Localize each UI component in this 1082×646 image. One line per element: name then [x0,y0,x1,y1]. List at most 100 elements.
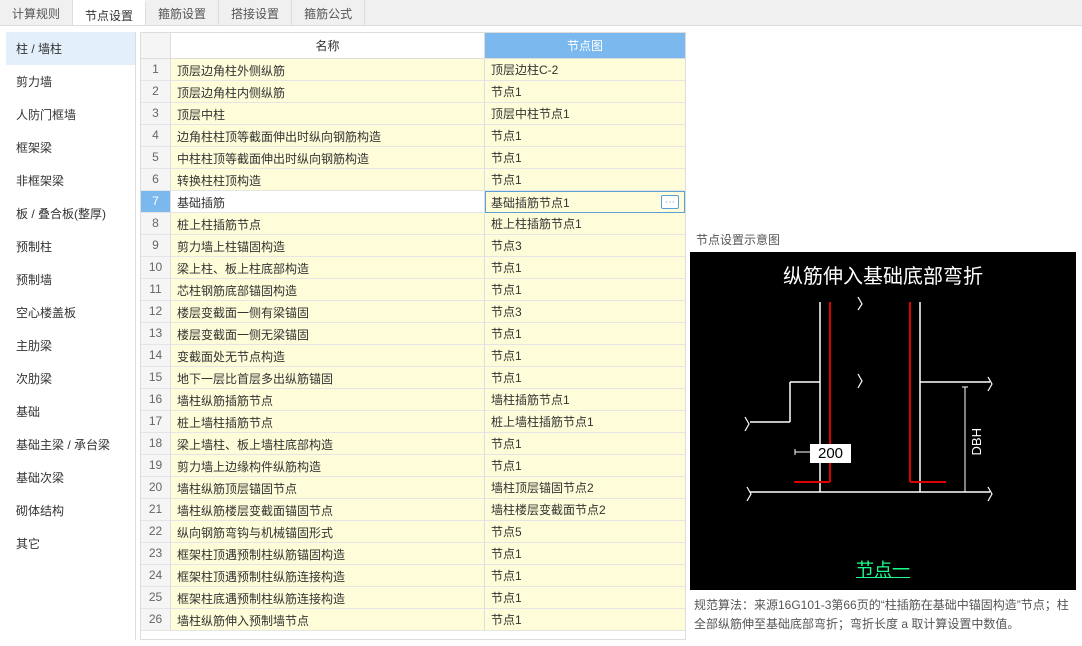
row-node[interactable]: 节点1 [485,565,685,587]
row-name[interactable]: 基础插筋 [171,191,485,213]
row-name[interactable]: 剪力墙上边缘构件纵筋构造 [171,455,485,477]
table-row[interactable]: 9剪力墙上柱锚固构造节点3 [141,235,685,257]
row-node[interactable]: 节点1 [485,587,685,609]
table-row[interactable]: 24框架柱顶遇预制柱纵筋连接构造节点1 [141,565,685,587]
row-name[interactable]: 楼层变截面一侧无梁锚固 [171,323,485,345]
top-tab-1[interactable]: 节点设置 [73,0,146,25]
sidebar-item-4[interactable]: 非框架梁 [6,164,135,197]
table-row[interactable]: 26墙柱纵筋伸入预制墙节点节点1 [141,609,685,631]
sidebar-item-15[interactable]: 其它 [6,527,135,560]
table-row[interactable]: 11芯柱钢筋底部锚固构造节点1 [141,279,685,301]
top-tab-2[interactable]: 箍筋设置 [146,0,219,25]
row-name[interactable]: 顶层边角柱外侧纵筋 [171,59,485,81]
row-name[interactable]: 墙柱纵筋楼层变截面锚固节点 [171,499,485,521]
row-name[interactable]: 芯柱钢筋底部锚固构造 [171,279,485,301]
sidebar-item-14[interactable]: 砌体结构 [6,494,135,527]
th-node[interactable]: 节点图 [485,33,685,59]
row-name[interactable]: 墙柱纵筋伸入预制墙节点 [171,609,485,631]
row-name[interactable]: 梁上墙柱、板上墙柱底部构造 [171,433,485,455]
table-row[interactable]: 10梁上柱、板上柱底部构造节点1 [141,257,685,279]
top-tab-4[interactable]: 箍筋公式 [292,0,365,25]
row-name[interactable]: 梁上柱、板上柱底部构造 [171,257,485,279]
row-node[interactable]: 节点1 [485,279,685,301]
sidebar-item-7[interactable]: 预制墙 [6,263,135,296]
row-node[interactable]: 节点3 [485,235,685,257]
row-node[interactable]: 桩上柱插筋节点1 [485,213,685,235]
top-tab-0[interactable]: 计算规则 [0,0,73,25]
table-row[interactable]: 8桩上柱插筋节点桩上柱插筋节点1 [141,213,685,235]
table-row[interactable]: 19剪力墙上边缘构件纵筋构造节点1 [141,455,685,477]
row-node[interactable]: 节点1 [485,367,685,389]
row-name[interactable]: 框架柱底遇预制柱纵筋连接构造 [171,587,485,609]
row-node[interactable]: 基础插筋节点1⋯ [485,191,685,213]
row-node[interactable]: 桩上墙柱插筋节点1 [485,411,685,433]
sidebar-item-12[interactable]: 基础主梁 / 承台梁 [6,428,135,461]
table-row[interactable]: 15地下一层比首层多出纵筋锚固节点1 [141,367,685,389]
row-name[interactable]: 楼层变截面一侧有梁锚固 [171,301,485,323]
row-node[interactable]: 节点1 [485,169,685,191]
row-name[interactable]: 剪力墙上柱锚固构造 [171,235,485,257]
table-row[interactable]: 12楼层变截面一侧有梁锚固节点3 [141,301,685,323]
table-row[interactable]: 23框架柱顶遇预制柱纵筋锚固构造节点1 [141,543,685,565]
row-name[interactable]: 框架柱顶遇预制柱纵筋连接构造 [171,565,485,587]
top-tab-3[interactable]: 搭接设置 [219,0,292,25]
table-row[interactable]: 4边角柱柱顶等截面伸出时纵向钢筋构造节点1 [141,125,685,147]
th-name[interactable]: 名称 [171,33,485,59]
table-row[interactable]: 5中柱柱顶等截面伸出时纵向钢筋构造节点1 [141,147,685,169]
row-node[interactable]: 节点1 [485,323,685,345]
row-node[interactable]: 节点1 [485,147,685,169]
row-node[interactable]: 节点3 [485,301,685,323]
table-row[interactable]: 17桩上墙柱插筋节点桩上墙柱插筋节点1 [141,411,685,433]
table-row[interactable]: 3顶层中柱顶层中柱节点1 [141,103,685,125]
table-row[interactable]: 14变截面处无节点构造节点1 [141,345,685,367]
row-name[interactable]: 边角柱柱顶等截面伸出时纵向钢筋构造 [171,125,485,147]
row-node[interactable]: 节点1 [485,125,685,147]
sidebar-item-9[interactable]: 主肋梁 [6,329,135,362]
row-node[interactable]: 节点1 [485,543,685,565]
diagram-node-label[interactable]: 节点一 [690,556,1076,582]
table-row[interactable]: 1顶层边角柱外侧纵筋顶层边柱C-2 [141,59,685,81]
row-node[interactable]: 节点1 [485,81,685,103]
row-node[interactable]: 节点1 [485,455,685,477]
sidebar-item-10[interactable]: 次肋梁 [6,362,135,395]
row-name[interactable]: 桩上柱插筋节点 [171,213,485,235]
row-name[interactable]: 桩上墙柱插筋节点 [171,411,485,433]
row-node[interactable]: 墙柱顶层锚固节点2 [485,477,685,499]
table-row[interactable]: 6转换柱柱顶构造节点1 [141,169,685,191]
row-node[interactable]: 节点1 [485,433,685,455]
table-row[interactable]: 20墙柱纵筋顶层锚固节点墙柱顶层锚固节点2 [141,477,685,499]
table-row[interactable]: 16墙柱纵筋插筋节点墙柱插筋节点1 [141,389,685,411]
sidebar-item-5[interactable]: 板 / 叠合板(整厚) [6,197,135,230]
row-name[interactable]: 框架柱顶遇预制柱纵筋锚固构造 [171,543,485,565]
row-name[interactable]: 顶层中柱 [171,103,485,125]
sidebar-item-13[interactable]: 基础次梁 [6,461,135,494]
row-node[interactable]: 节点5 [485,521,685,543]
sidebar-item-6[interactable]: 预制柱 [6,230,135,263]
row-name[interactable]: 转换柱柱顶构造 [171,169,485,191]
row-node[interactable]: 顶层中柱节点1 [485,103,685,125]
row-name[interactable]: 中柱柱顶等截面伸出时纵向钢筋构造 [171,147,485,169]
more-button[interactable]: ⋯ [661,195,679,209]
sidebar-item-2[interactable]: 人防门框墙 [6,98,135,131]
row-node[interactable]: 墙柱插筋节点1 [485,389,685,411]
sidebar-item-8[interactable]: 空心楼盖板 [6,296,135,329]
row-name[interactable]: 变截面处无节点构造 [171,345,485,367]
table-row[interactable]: 13楼层变截面一侧无梁锚固节点1 [141,323,685,345]
sidebar-item-1[interactable]: 剪力墙 [6,65,135,98]
row-node[interactable]: 节点1 [485,345,685,367]
table-row[interactable]: 18梁上墙柱、板上墙柱底部构造节点1 [141,433,685,455]
table-row[interactable]: 21墙柱纵筋楼层变截面锚固节点墙柱楼层变截面节点2 [141,499,685,521]
row-name[interactable]: 墙柱纵筋顶层锚固节点 [171,477,485,499]
table-row[interactable]: 25框架柱底遇预制柱纵筋连接构造节点1 [141,587,685,609]
sidebar-item-11[interactable]: 基础 [6,395,135,428]
row-node[interactable]: 节点1 [485,609,685,631]
table-row[interactable]: 22纵向钢筋弯钩与机械锚固形式节点5 [141,521,685,543]
row-name[interactable]: 纵向钢筋弯钩与机械锚固形式 [171,521,485,543]
row-node[interactable]: 顶层边柱C-2 [485,59,685,81]
sidebar-item-3[interactable]: 框架梁 [6,131,135,164]
row-name[interactable]: 地下一层比首层多出纵筋锚固 [171,367,485,389]
row-name[interactable]: 顶层边角柱内侧纵筋 [171,81,485,103]
table-row[interactable]: 7基础插筋基础插筋节点1⋯ [141,191,685,213]
row-node[interactable]: 墙柱楼层变截面节点2 [485,499,685,521]
sidebar-item-0[interactable]: 柱 / 墙柱 [6,32,135,65]
